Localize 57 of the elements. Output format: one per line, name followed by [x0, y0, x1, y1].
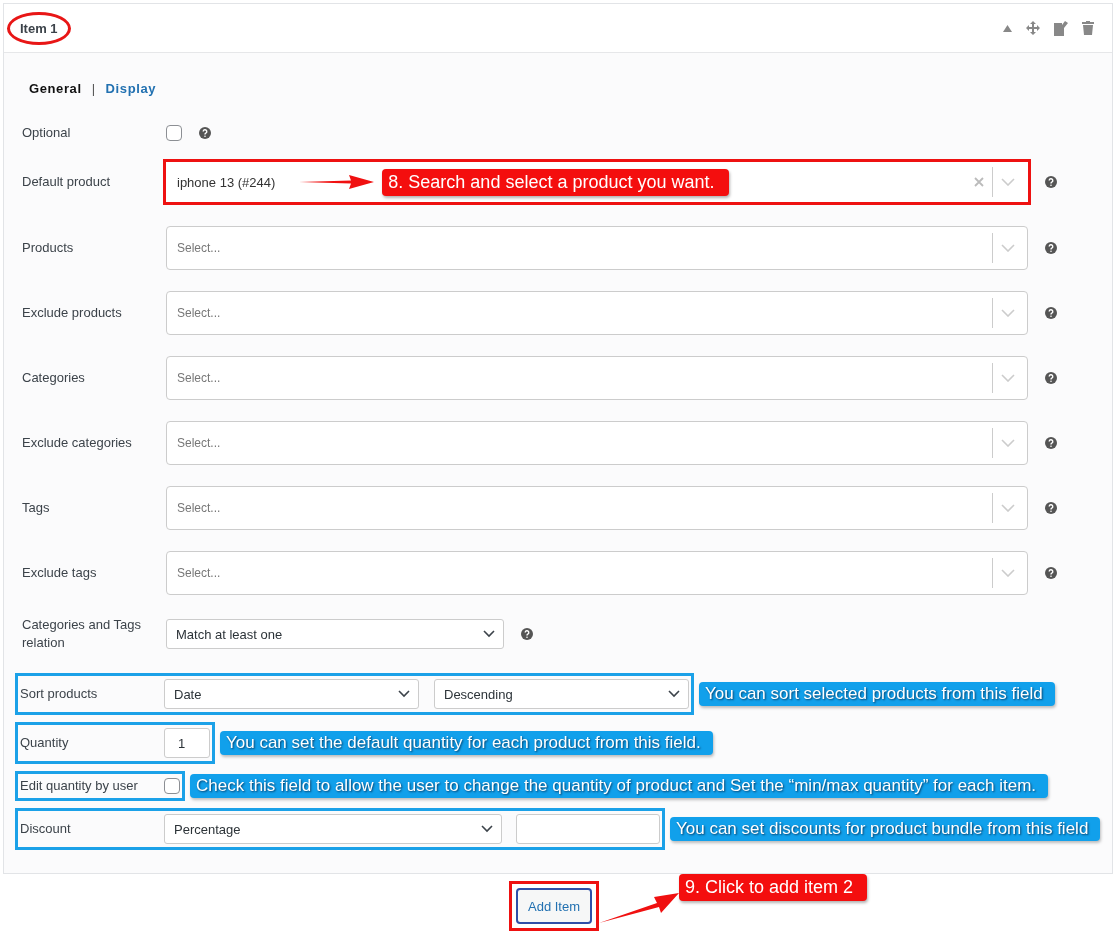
checkbox[interactable]	[166, 125, 182, 141]
tab[interactable]: Display	[105, 81, 157, 96]
move-icon[interactable]	[1026, 21, 1040, 35]
field-label: Edit quantity by user	[20, 777, 139, 795]
field-label: Exclude tags	[22, 564, 98, 582]
annotation-callout: You can set the default quantity for each product from this field.	[220, 731, 713, 755]
annotation-callout: You can set discounts for product bundle from this field	[670, 817, 1101, 841]
field-label: Tags	[22, 499, 51, 517]
help-icon[interactable]	[1045, 502, 1057, 514]
field-label: Optional	[22, 124, 72, 142]
help-icon[interactable]	[199, 127, 211, 139]
duplicate-icon[interactable]	[1054, 20, 1068, 36]
help-icon[interactable]	[521, 628, 533, 640]
help-icon[interactable]	[1045, 176, 1057, 188]
field-label: Default product	[22, 173, 112, 191]
field-label: Categories	[22, 369, 86, 387]
annotation-callout: 9. Click to add item 2	[679, 874, 868, 901]
select-field[interactable]: Select...	[166, 551, 1028, 595]
help-icon[interactable]	[1045, 372, 1057, 384]
field-label: Sort products	[20, 685, 99, 703]
select-field[interactable]: Select...	[166, 291, 1028, 335]
field-label: Quantity	[20, 734, 70, 752]
field-label: Products	[22, 239, 75, 257]
caret-icon	[481, 825, 493, 833]
select-field[interactable]: Select...	[166, 356, 1028, 400]
tab-separator: |	[91, 81, 96, 96]
help-icon[interactable]	[1045, 567, 1057, 579]
add-item-button[interactable]: Add Item	[516, 888, 593, 924]
annotation-callout: You can sort selected products from this field	[699, 682, 1055, 706]
select-field[interactable]: Select...	[166, 486, 1028, 530]
field-label: Categories and Tags relation	[22, 616, 142, 652]
tab[interactable]: General	[29, 81, 82, 96]
field-label: Exclude products	[22, 304, 123, 322]
checkbox[interactable]	[164, 778, 180, 794]
select-dropdown[interactable]: Date	[164, 679, 419, 709]
help-icon[interactable]	[1045, 437, 1057, 449]
select-field[interactable]: Select...	[166, 226, 1028, 270]
select-field[interactable]: Select...	[166, 421, 1028, 465]
annotation-callout: Check this field to allow the user to change the quantity of product and Set the “min/max quantity” for each item.	[190, 774, 1049, 798]
caret-icon	[483, 630, 495, 638]
select-dropdown[interactable]: Descending	[434, 679, 689, 709]
field-label: Exclude categories	[22, 434, 133, 452]
help-icon[interactable]	[1045, 307, 1057, 319]
clear-icon[interactable]	[974, 177, 984, 187]
caret-icon	[398, 690, 410, 698]
quantity-input[interactable]: 1	[164, 728, 210, 758]
trash-icon[interactable]	[1082, 21, 1094, 35]
annotation-callout: 8. Search and select a product you want.	[382, 168, 729, 196]
collapse-icon[interactable]	[1003, 24, 1012, 32]
select-dropdown[interactable]: Match at least one	[166, 619, 504, 649]
field-label: Discount	[20, 820, 72, 838]
caret-icon	[668, 690, 680, 698]
help-icon[interactable]	[1045, 242, 1057, 254]
item-title: Item 1	[20, 20, 58, 36]
input-field[interactable]	[516, 814, 660, 844]
select-field[interactable]: iphone 13 (#244) 8. Search and select a product you want.	[166, 162, 1028, 202]
select-dropdown[interactable]: Percentage	[164, 814, 502, 844]
